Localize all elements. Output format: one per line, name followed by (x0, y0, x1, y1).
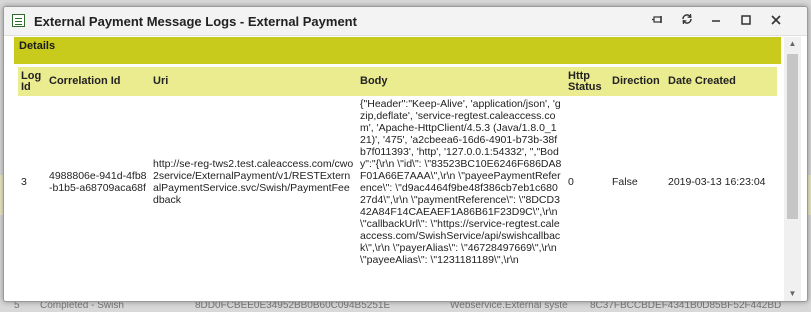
vertical-scrollbar[interactable]: ▲ ▼ (784, 37, 801, 301)
column-header-direction[interactable]: Direction (609, 67, 665, 96)
minimize-icon[interactable] (707, 13, 725, 29)
maximize-icon[interactable] (737, 13, 755, 29)
cell-http-status: 0 (568, 176, 574, 188)
cell-body: {"Header":"Keep-Alive', 'application/jso… (360, 98, 562, 266)
column-header-uri[interactable]: Uri (150, 67, 357, 96)
message-log-table: Log Id Correlation Id Uri Body Http Stat… (18, 67, 777, 268)
message-logs-dialog: External Payment Message Logs - External… (3, 6, 808, 302)
column-header-log-id[interactable]: Log Id (18, 67, 46, 96)
column-header-date-created[interactable]: Date Created (665, 67, 777, 96)
document-list-icon (12, 14, 25, 27)
scroll-up-arrow-icon[interactable]: ▲ (784, 37, 801, 51)
scrollbar-thumb[interactable] (787, 54, 798, 219)
cell-correlation-id: 4988806e-941d-4fb8-b1b5-a68709aca68f (49, 170, 147, 194)
window-title: External Payment Message Logs - External… (34, 14, 357, 29)
column-header-http-status[interactable]: Http Status (565, 67, 609, 96)
refresh-icon[interactable] (678, 13, 696, 29)
table-row[interactable]: 3 4988806e-941d-4fb8-b1b5-a68709aca68f h… (18, 96, 777, 268)
cell-date-created: 2019-03-13 16:23:04 (668, 176, 766, 188)
pin-icon[interactable] (649, 13, 667, 29)
cell-log-id: 3 (21, 176, 27, 188)
cell-direction: False (612, 176, 638, 188)
scroll-down-arrow-icon[interactable]: ▼ (784, 287, 801, 301)
cell-uri: http://se-reg-tws2.test.caleaccess.com/c… (153, 158, 354, 206)
table-header-row: Log Id Correlation Id Uri Body Http Stat… (18, 67, 777, 96)
dialog-content: Details Log Id Correlation Id Uri Body H… (14, 37, 781, 301)
column-header-correlation-id[interactable]: Correlation Id (46, 67, 150, 96)
column-header-body[interactable]: Body (357, 67, 565, 96)
close-icon[interactable] (767, 13, 785, 29)
title-bar[interactable]: External Payment Message Logs - External… (4, 7, 807, 36)
details-section-header: Details (14, 37, 781, 64)
